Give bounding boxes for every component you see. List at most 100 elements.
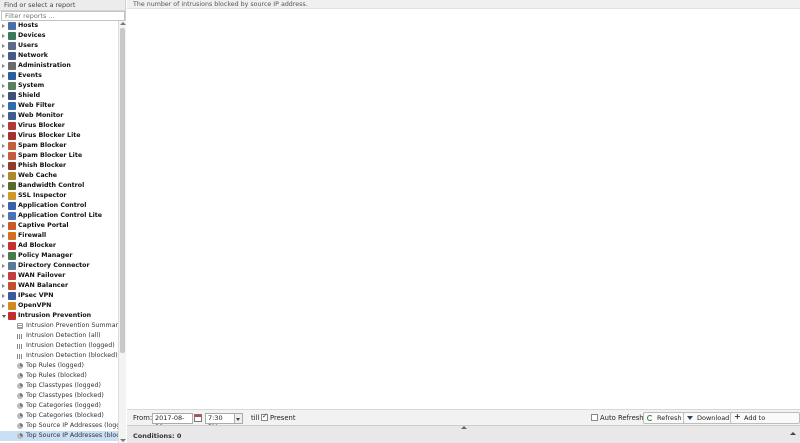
- tree-category[interactable]: Hosts: [0, 21, 118, 31]
- add-to-dashboard-button[interactable]: + Add to Dashboard: [730, 412, 800, 432]
- tree-category[interactable]: Virus Blocker Lite: [0, 131, 118, 141]
- tree-category[interactable]: Intrusion Prevention: [0, 311, 118, 321]
- collapsed-arrow-icon[interactable]: [2, 34, 5, 38]
- collapsed-arrow-icon[interactable]: [2, 54, 5, 58]
- collapsed-arrow-icon[interactable]: [2, 74, 5, 78]
- tree-report-label: Top Classtypes (blocked): [26, 392, 104, 399]
- collapsed-arrow-icon[interactable]: [2, 154, 5, 158]
- tree-category-label: Devices: [18, 32, 46, 39]
- collapsed-arrow-icon[interactable]: [2, 284, 5, 288]
- tree-category[interactable]: SSL Inspector: [0, 191, 118, 201]
- collapsed-arrow-icon[interactable]: [2, 114, 5, 118]
- collapsed-arrow-icon[interactable]: [2, 144, 5, 148]
- collapsed-arrow-icon[interactable]: [2, 174, 5, 178]
- hosts-icon: [8, 22, 16, 30]
- collapsed-arrow-icon[interactable]: [2, 84, 5, 88]
- expand-icon[interactable]: [790, 432, 796, 435]
- collapsed-arrow-icon[interactable]: [2, 234, 5, 238]
- collapsed-arrow-icon[interactable]: [2, 124, 5, 128]
- tree-report-item[interactable]: Top Categories (blocked): [0, 411, 118, 421]
- network-icon: [8, 52, 16, 60]
- tree-report-item[interactable]: Intrusion Detection (logged): [0, 341, 118, 351]
- tree-report-item[interactable]: Intrusion Detection (blocked): [0, 351, 118, 361]
- expanded-arrow-icon[interactable]: [2, 315, 6, 318]
- tree-category[interactable]: Web Filter: [0, 101, 118, 111]
- tree-report-label: Intrusion Detection (logged): [26, 342, 115, 349]
- chevron-down-icon[interactable]: [235, 413, 243, 424]
- tree-category[interactable]: Virus Blocker: [0, 121, 118, 131]
- collapsed-arrow-icon[interactable]: [2, 164, 5, 168]
- tree-category-label: Hosts: [18, 22, 39, 29]
- collapsed-arrow-icon[interactable]: [2, 244, 5, 248]
- tree-category[interactable]: Spam Blocker Lite: [0, 151, 118, 161]
- tree-category[interactable]: IPsec VPN: [0, 291, 118, 301]
- start-time-field[interactable]: 7:30 PM: [205, 413, 235, 431]
- tree-scrollbar[interactable]: [118, 21, 126, 443]
- tree-category[interactable]: Captive Portal: [0, 221, 118, 231]
- tree-category[interactable]: System: [0, 81, 118, 91]
- tree-report-item[interactable]: Intrusion Prevention Summary: [0, 321, 118, 331]
- system-icon: [8, 82, 16, 90]
- tree-report-item[interactable]: Top Classtypes (blocked): [0, 391, 118, 401]
- tree-report-label: Intrusion Detection (all): [26, 332, 101, 339]
- conditions-panel[interactable]: Conditions: 0: [127, 425, 800, 443]
- tree-category[interactable]: Events: [0, 71, 118, 81]
- tree-category[interactable]: Spam Blocker: [0, 141, 118, 151]
- tree-category[interactable]: Administration: [0, 61, 118, 71]
- collapsed-arrow-icon[interactable]: [2, 24, 5, 28]
- tree-report-item[interactable]: Top Rules (logged): [0, 361, 118, 371]
- tree-report-item[interactable]: Top Rules (blocked): [0, 371, 118, 381]
- collapsed-arrow-icon[interactable]: [2, 304, 5, 308]
- collapsed-arrow-icon[interactable]: [2, 294, 5, 298]
- tree-report-item[interactable]: Top Source IP Addresses (logged): [0, 421, 118, 431]
- tree-category-label: Captive Portal: [18, 222, 69, 229]
- tree-category[interactable]: Web Cache: [0, 171, 118, 181]
- collapsed-arrow-icon[interactable]: [2, 134, 5, 138]
- tree-category[interactable]: OpenVPN: [0, 301, 118, 311]
- refresh-button[interactable]: Refresh: [643, 412, 687, 424]
- tree-category[interactable]: Network: [0, 51, 118, 61]
- collapsed-arrow-icon[interactable]: [2, 94, 5, 98]
- bandwidth-control-icon: [8, 182, 16, 190]
- tree-category[interactable]: Application Control: [0, 201, 118, 211]
- collapsed-arrow-icon[interactable]: [2, 254, 5, 258]
- collapsed-arrow-icon[interactable]: [2, 104, 5, 108]
- filter-reports-input[interactable]: [1, 11, 125, 21]
- tree-category[interactable]: Ad Blocker: [0, 241, 118, 251]
- scroll-down-icon[interactable]: [120, 439, 126, 442]
- collapsed-arrow-icon[interactable]: [2, 264, 5, 268]
- tree-category[interactable]: Firewall: [0, 231, 118, 241]
- collapsed-arrow-icon[interactable]: [2, 44, 5, 48]
- tree-category[interactable]: Policy Manager: [0, 251, 118, 261]
- scroll-up-icon[interactable]: [120, 22, 126, 25]
- tree-report-item[interactable]: Top Categories (logged): [0, 401, 118, 411]
- collapsed-arrow-icon[interactable]: [2, 194, 5, 198]
- tree-category[interactable]: Shield: [0, 91, 118, 101]
- tree-report-item[interactable]: Top Classtypes (logged): [0, 381, 118, 391]
- collapsed-arrow-icon[interactable]: [2, 64, 5, 68]
- tree-category[interactable]: Application Control Lite: [0, 211, 118, 221]
- tree-report-item[interactable]: Intrusion Detection (all): [0, 331, 118, 341]
- present-checkbox[interactable]: [261, 412, 268, 421]
- collapsed-arrow-icon[interactable]: [2, 224, 5, 228]
- tree-category[interactable]: Devices: [0, 31, 118, 41]
- tree-category[interactable]: Bandwidth Control: [0, 181, 118, 191]
- tree-category[interactable]: Users: [0, 41, 118, 51]
- splitter-handle-icon[interactable]: [461, 426, 467, 429]
- tree-category[interactable]: Phish Blocker: [0, 161, 118, 171]
- tree-category[interactable]: Web Monitor: [0, 111, 118, 121]
- download-button[interactable]: Download: [683, 412, 735, 424]
- auto-refresh-checkbox[interactable]: [591, 414, 598, 421]
- tree-report-item[interactable]: Top Source IP Addresses (blocked): [0, 431, 118, 441]
- collapsed-arrow-icon[interactable]: [2, 214, 5, 218]
- refresh-icon: [647, 415, 653, 421]
- start-date-field[interactable]: 2017-08-30: [152, 413, 193, 431]
- collapsed-arrow-icon[interactable]: [2, 184, 5, 188]
- collapsed-arrow-icon[interactable]: [2, 204, 5, 208]
- scrollbar-thumb[interactable]: [120, 28, 125, 353]
- tree-category[interactable]: WAN Balancer: [0, 281, 118, 291]
- tree-category[interactable]: Directory Connector: [0, 261, 118, 271]
- calendar-icon[interactable]: [194, 414, 202, 422]
- collapsed-arrow-icon[interactable]: [2, 274, 5, 278]
- tree-category[interactable]: WAN Failover: [0, 271, 118, 281]
